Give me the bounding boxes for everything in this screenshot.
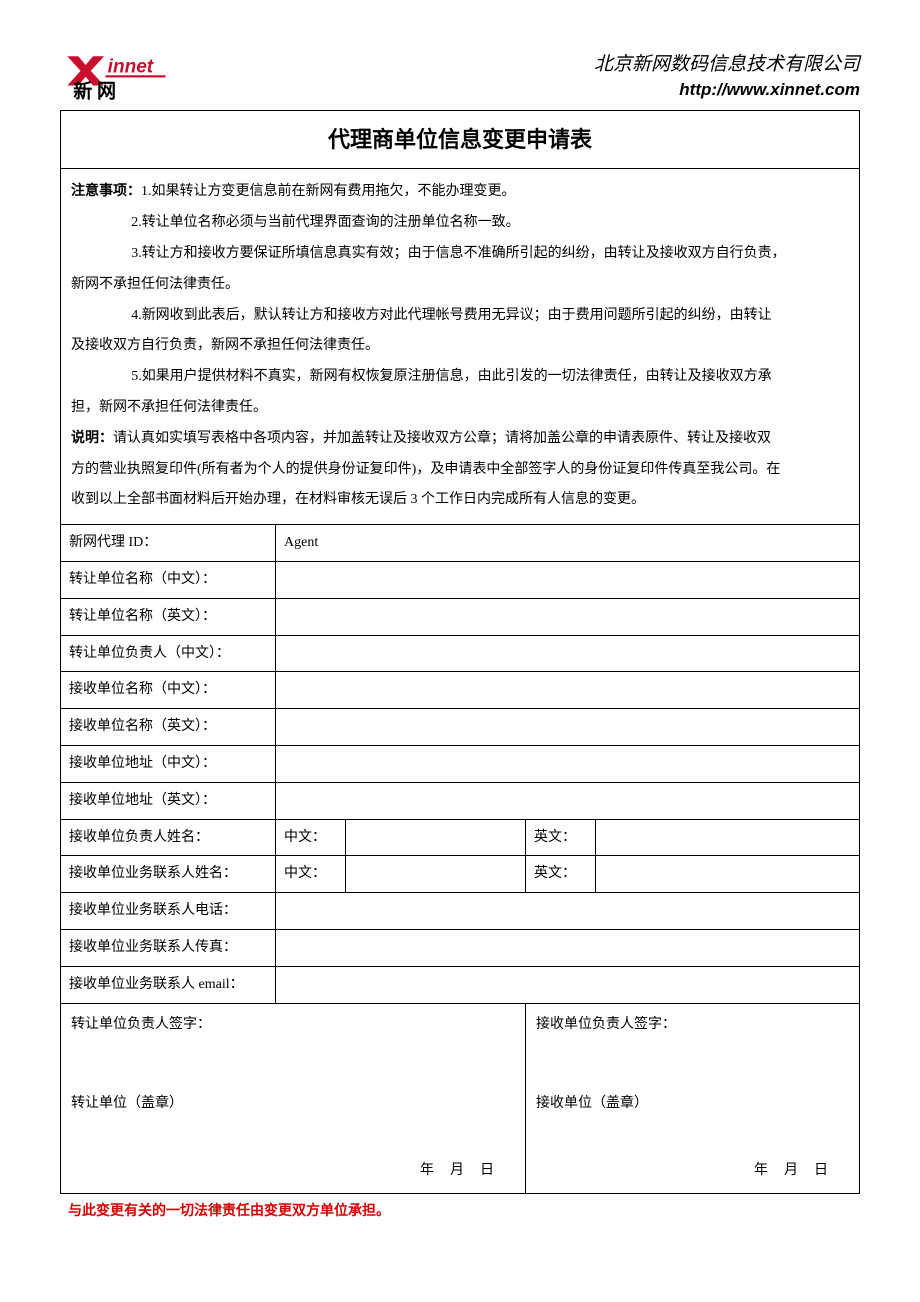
row-recv-contact-phone: 接收单位业务联系人电话： bbox=[61, 893, 860, 930]
document-header: innet 新 网 北京新网数码信息技术有限公司 http://www.xinn… bbox=[60, 50, 860, 102]
field-recv-manager-en[interactable] bbox=[596, 819, 860, 856]
notice-item-4b: 及接收双方自行负责，新网不承担任何法律责任。 bbox=[71, 331, 849, 362]
notice-label: 注意事项： bbox=[71, 184, 141, 199]
label-transfer-name-en: 转让单位名称（英文）： bbox=[61, 598, 276, 635]
row-transfer-name-en: 转让单位名称（英文）： bbox=[61, 598, 860, 635]
label-recv-name-en: 接收单位名称（英文）： bbox=[61, 709, 276, 746]
notice-item-2: 2.转让单位名称必须与当前代理界面查询的注册单位名称一致。 bbox=[71, 208, 849, 239]
form-title: 代理商单位信息变更申请表 bbox=[61, 111, 860, 169]
transfer-signature-block[interactable]: 转让单位负责人签字： 转让单位（盖章） 年 月 日 bbox=[61, 1003, 526, 1193]
company-name: 北京新网数码信息技术有限公司 bbox=[594, 52, 860, 79]
notice-item-5b: 担，新网不承担任何法律责任。 bbox=[71, 393, 849, 424]
svg-text:innet: innet bbox=[108, 56, 154, 77]
company-url: http://www.xinnet.com bbox=[594, 78, 860, 102]
receive-signature-block[interactable]: 接收单位负责人签字： 接收单位（盖章） 年 月 日 bbox=[526, 1003, 860, 1193]
field-recv-contact-fax[interactable] bbox=[276, 929, 860, 966]
row-recv-addr-en: 接收单位地址（英文）： bbox=[61, 782, 860, 819]
row-recv-name-en: 接收单位名称（英文）： bbox=[61, 709, 860, 746]
xinnet-logo: innet 新 网 bbox=[60, 50, 170, 102]
sublabel-cn-2: 中文： bbox=[276, 856, 346, 893]
transfer-sign-label: 转让单位负责人签字： bbox=[71, 1012, 515, 1039]
receive-sign-label: 接收单位负责人签字： bbox=[536, 1012, 849, 1039]
row-recv-contact-fax: 接收单位业务联系人传真： bbox=[61, 929, 860, 966]
field-recv-addr-en[interactable] bbox=[276, 782, 860, 819]
label-recv-contact-phone: 接收单位业务联系人电话： bbox=[61, 893, 276, 930]
application-form-table: 代理商单位信息变更申请表 注意事项：1.如果转让方变更信息前在新网有费用拖欠，不… bbox=[60, 110, 860, 1194]
notice-and-explain-cell: 注意事项：1.如果转让方变更信息前在新网有费用拖欠，不能办理变更。 2.转让单位… bbox=[61, 169, 860, 525]
row-recv-contact-email: 接收单位业务联系人 email： bbox=[61, 966, 860, 1003]
label-recv-contact-name: 接收单位业务联系人姓名： bbox=[61, 856, 276, 893]
svg-text:新 网: 新 网 bbox=[73, 79, 116, 102]
sublabel-cn-1: 中文： bbox=[276, 819, 346, 856]
explain-line-1: 请认真如实填写表格中各项内容，并加盖转让及接收双方公章；请将加盖公章的申请表原件… bbox=[113, 431, 771, 446]
receive-date: 年 月 日 bbox=[754, 1158, 829, 1185]
field-recv-contact-cn[interactable] bbox=[346, 856, 526, 893]
row-recv-name-cn: 接收单位名称（中文）： bbox=[61, 672, 860, 709]
row-recv-addr-cn: 接收单位地址（中文）： bbox=[61, 745, 860, 782]
label-recv-contact-fax: 接收单位业务联系人传真： bbox=[61, 929, 276, 966]
field-recv-contact-en[interactable] bbox=[596, 856, 860, 893]
row-signatures: 转让单位负责人签字： 转让单位（盖章） 年 月 日 接收单位负责人签字： 接收单… bbox=[61, 1003, 860, 1193]
notice-item-4a: 4.新网收到此表后，默认转让方和接收方对此代理帐号费用无异议；由于费用问题所引起… bbox=[71, 301, 849, 332]
row-recv-manager-name: 接收单位负责人姓名： 中文： 英文： bbox=[61, 819, 860, 856]
label-recv-contact-email: 接收单位业务联系人 email： bbox=[61, 966, 276, 1003]
row-agent-id: 新网代理 ID： Agent bbox=[61, 525, 860, 562]
field-transfer-manager-cn[interactable] bbox=[276, 635, 860, 672]
explain-line-3: 收到以上全部书面材料后开始办理，在材料审核无误后 3 个工作日内完成所有人信息的… bbox=[71, 485, 849, 516]
label-transfer-name-cn: 转让单位名称（中文）： bbox=[61, 561, 276, 598]
field-recv-name-en[interactable] bbox=[276, 709, 860, 746]
label-transfer-manager-cn: 转让单位负责人（中文）： bbox=[61, 635, 276, 672]
row-transfer-manager-cn: 转让单位负责人（中文）： bbox=[61, 635, 860, 672]
row-recv-contact-name: 接收单位业务联系人姓名： 中文： 英文： bbox=[61, 856, 860, 893]
footer-legal-note: 与此变更有关的一切法律责任由变更双方单位承担。 bbox=[60, 1200, 860, 1220]
transfer-seal-label: 转让单位（盖章） bbox=[71, 1091, 515, 1118]
header-right: 北京新网数码信息技术有限公司 http://www.xinnet.com bbox=[594, 52, 860, 102]
notice-item-1: 1.如果转让方变更信息前在新网有费用拖欠，不能办理变更。 bbox=[141, 184, 516, 199]
field-transfer-name-en[interactable] bbox=[276, 598, 860, 635]
label-recv-addr-cn: 接收单位地址（中文）： bbox=[61, 745, 276, 782]
label-agent-id: 新网代理 ID： bbox=[61, 525, 276, 562]
field-recv-name-cn[interactable] bbox=[276, 672, 860, 709]
notice-item-3b: 新网不承担任何法律责任。 bbox=[71, 270, 849, 301]
notice-item-5a: 5.如果用户提供材料不真实，新网有权恢复原注册信息，由此引发的一切法律责任，由转… bbox=[71, 362, 849, 393]
explain-line-2: 方的营业执照复印件(所有者为个人的提供身份证复印件)，及申请表中全部签字人的身份… bbox=[71, 455, 849, 486]
label-recv-addr-en: 接收单位地址（英文）： bbox=[61, 782, 276, 819]
field-recv-manager-cn[interactable] bbox=[346, 819, 526, 856]
field-recv-contact-email[interactable] bbox=[276, 966, 860, 1003]
field-recv-contact-phone[interactable] bbox=[276, 893, 860, 930]
field-recv-addr-cn[interactable] bbox=[276, 745, 860, 782]
value-agent-id: Agent bbox=[276, 525, 860, 562]
field-transfer-name-cn[interactable] bbox=[276, 561, 860, 598]
label-recv-manager-name: 接收单位负责人姓名： bbox=[61, 819, 276, 856]
row-transfer-name-cn: 转让单位名称（中文）： bbox=[61, 561, 860, 598]
sublabel-en-1: 英文： bbox=[526, 819, 596, 856]
sublabel-en-2: 英文： bbox=[526, 856, 596, 893]
receive-seal-label: 接收单位（盖章） bbox=[536, 1091, 849, 1118]
notice-item-3a: 3.转让方和接收方要保证所填信息真实有效；由于信息不准确所引起的纠纷，由转让及接… bbox=[71, 239, 849, 270]
transfer-date: 年 月 日 bbox=[420, 1158, 495, 1185]
label-recv-name-cn: 接收单位名称（中文）： bbox=[61, 672, 276, 709]
explain-label: 说明： bbox=[71, 431, 113, 446]
